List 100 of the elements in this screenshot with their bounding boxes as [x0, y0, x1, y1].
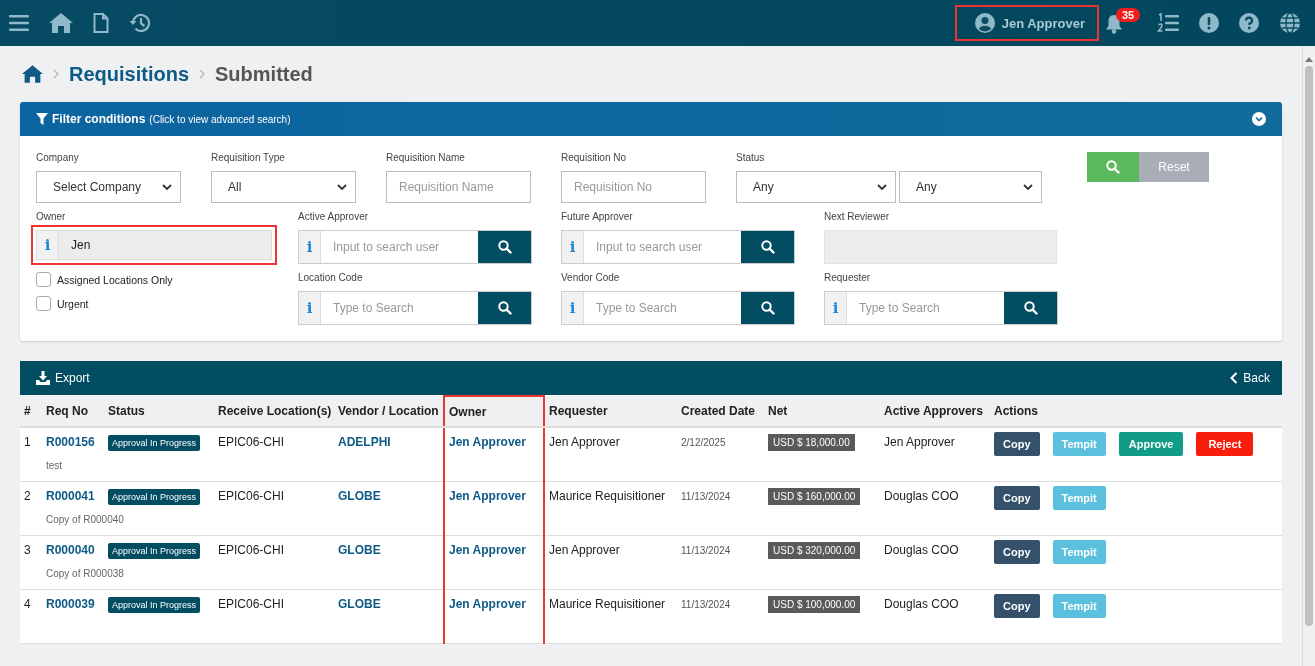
- help-icon[interactable]: [1239, 13, 1259, 33]
- reject-button[interactable]: Reject: [1196, 432, 1254, 456]
- document-icon[interactable]: [93, 13, 109, 33]
- copy-button[interactable]: Copy: [994, 540, 1040, 564]
- user-menu[interactable]: Jen Approver: [956, 7, 1097, 39]
- table-cell: Jen Approver: [549, 543, 620, 557]
- column-header: Active Approvers: [880, 396, 990, 427]
- req-no-link[interactable]: R000156: [46, 435, 95, 449]
- column-header: Created Date: [677, 396, 764, 427]
- field-label: Status: [736, 152, 766, 165]
- search-icon: [1023, 301, 1038, 315]
- chevron-icon: [1230, 372, 1239, 384]
- req-no-link[interactable]: R000041: [46, 489, 95, 503]
- home-icon[interactable]: [22, 65, 43, 83]
- field-label: Company: [36, 152, 80, 165]
- req-description: Copy of R000038: [46, 567, 124, 581]
- alert-icon[interactable]: [1199, 13, 1219, 33]
- net-amount-badge: USD $ 320,000.00: [768, 542, 861, 559]
- owner-link[interactable]: Jen Approver: [449, 435, 526, 449]
- notification-count: 35: [1116, 7, 1141, 22]
- owner-link[interactable]: Jen Approver: [449, 489, 526, 503]
- date-cell: 11/13/2024: [681, 491, 731, 502]
- copy-button[interactable]: Copy: [994, 594, 1040, 618]
- req-description: Copy of R000040: [46, 513, 124, 527]
- search-icon: [497, 240, 512, 254]
- table-cell: EPIC06-CHI: [218, 435, 285, 449]
- numbered-list-icon[interactable]: [1157, 13, 1179, 33]
- scroll-up-arrow-icon[interactable]: [1305, 56, 1313, 62]
- chevron-icon: [53, 69, 59, 79]
- search-button[interactable]: [741, 231, 794, 263]
- req-no-link[interactable]: R000039: [46, 597, 95, 611]
- owner-link[interactable]: Jen Approver: [449, 543, 526, 557]
- owner-link[interactable]: Jen Approver: [449, 597, 526, 611]
- globe-icon[interactable]: [1279, 12, 1301, 34]
- copy-button[interactable]: Copy: [994, 432, 1040, 456]
- column-header: Receive Location(s): [214, 396, 334, 427]
- menu-icon[interactable]: [9, 15, 29, 31]
- date-cell: 11/13/2024: [681, 599, 731, 610]
- search-button[interactable]: [741, 292, 794, 324]
- copy-button[interactable]: Copy: [994, 486, 1040, 510]
- checkbox-label: Assigned Locations Only: [57, 273, 173, 286]
- field-label: Requisition Type: [211, 152, 286, 165]
- bell-icon[interactable]: [1105, 13, 1123, 34]
- info-label: i: [299, 292, 321, 324]
- text-input[interactable]: Requisition No: [561, 171, 706, 203]
- filter-icon: [36, 113, 48, 125]
- vendor-link[interactable]: GLOBE: [338, 543, 381, 557]
- search-button[interactable]: [1004, 292, 1057, 324]
- checkbox[interactable]: [36, 296, 51, 311]
- search-icon: [760, 301, 775, 315]
- select-dropdown[interactable]: Select Company: [36, 171, 181, 203]
- text-input[interactable]: Requisition Name: [386, 171, 531, 203]
- field-label: Owner: [36, 211, 67, 224]
- net-amount-badge: USD $ 160,000.00: [768, 488, 861, 505]
- vendor-link[interactable]: GLOBE: [338, 489, 381, 503]
- field-label: Requisition Name: [386, 152, 466, 165]
- export-button[interactable]: Export: [36, 371, 90, 385]
- select-dropdown[interactable]: All: [211, 171, 356, 203]
- table-cell: EPIC06-CHI: [218, 543, 285, 557]
- field-label: Future Approver: [561, 211, 634, 224]
- row-number: 3: [20, 535, 42, 590]
- search-button[interactable]: [478, 292, 531, 324]
- row-number: 4: [20, 589, 42, 644]
- table-cell: Douglas COO: [884, 489, 959, 503]
- checkbox[interactable]: [36, 272, 51, 287]
- history-icon[interactable]: [129, 13, 151, 33]
- caret-icon: [877, 184, 887, 190]
- column-header: Status: [104, 396, 214, 427]
- info-label: i: [562, 292, 584, 324]
- user-avatar-icon: [974, 13, 995, 33]
- vendor-link[interactable]: GLOBE: [338, 597, 381, 611]
- column-header: Vendor / Location: [334, 396, 444, 427]
- table-cell: EPIC06-CHI: [218, 597, 285, 611]
- table-cell: EPIC06-CHI: [218, 489, 285, 503]
- checkbox-label: Urgent: [57, 297, 89, 310]
- column-header: Req No: [42, 396, 104, 427]
- info-label: i: [299, 231, 321, 263]
- select-dropdown[interactable]: Any: [899, 171, 1042, 203]
- req-no-link[interactable]: R000040: [46, 543, 95, 557]
- owner-field[interactable]: i Jen: [31, 225, 277, 265]
- date-cell: 2/12/2025: [681, 437, 726, 448]
- table-cell: Maurice Requisitioner: [549, 489, 666, 503]
- caret-icon: [337, 184, 347, 190]
- column-header: #: [20, 396, 42, 427]
- filter-header[interactable]: Filter conditions (Click to view advanced search): [20, 102, 1282, 136]
- caret-icon: [162, 184, 172, 190]
- field-label: Requisition No: [561, 152, 628, 165]
- expand-chevron-icon[interactable]: [1252, 112, 1266, 126]
- table-cell: Jen Approver: [549, 435, 620, 449]
- back-button[interactable]: Back: [1230, 371, 1270, 385]
- home-icon[interactable]: [49, 13, 73, 33]
- status-badge: Approval In Progress: [108, 597, 201, 613]
- breadcrumb-item[interactable]: Requisitions: [69, 62, 189, 86]
- info-label: i: [37, 231, 59, 259]
- vendor-link[interactable]: ADELPHI: [338, 435, 391, 449]
- scrollbar[interactable]: [1302, 46, 1315, 666]
- date-cell: 11/13/2024: [681, 545, 731, 556]
- select-dropdown[interactable]: Any: [736, 171, 896, 203]
- filter-hint: (Click to view advanced search): [149, 113, 291, 125]
- search-button[interactable]: [478, 231, 531, 263]
